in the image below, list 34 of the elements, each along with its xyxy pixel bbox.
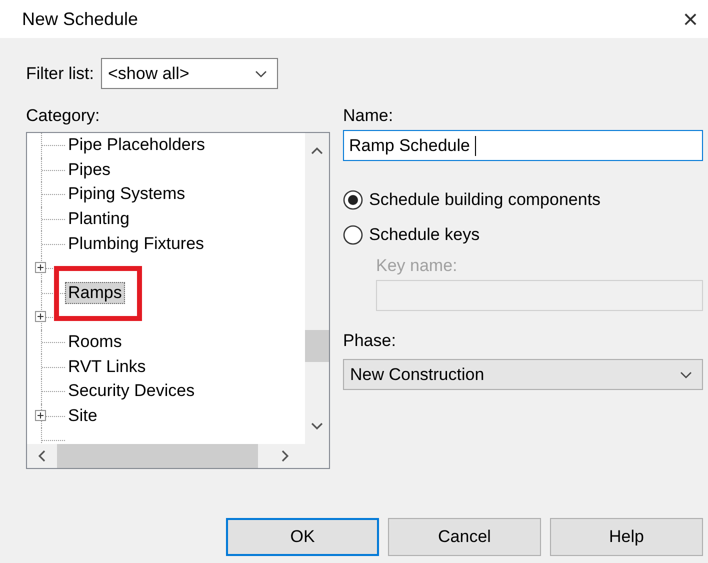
expand-icon[interactable] [35,262,46,273]
filter-label: Filter list: [26,62,94,84]
key-name-label: Key name: [376,255,458,277]
phase-label: Phase: [343,330,397,352]
category-label: Category: [26,105,101,127]
dialog-button[interactable]: Help [550,518,703,556]
chevron-down-icon [680,370,692,378]
category-item[interactable]: Site [65,404,100,427]
radio-button[interactable] [343,190,363,210]
expand-icon[interactable] [35,311,46,322]
category-item[interactable]: Security Devices [65,380,198,402]
name-label: Name: [343,105,394,127]
category-item[interactable]: Piping Systems [65,183,188,206]
category-item[interactable]: Ramps [65,282,125,304]
radio-button[interactable] [343,225,363,245]
close-icon[interactable]: × [682,6,698,32]
dialog-button[interactable]: OK [226,518,379,556]
radio-label: Schedule keys [369,225,480,245]
category-item[interactable]: Rooms [65,331,125,354]
category-item[interactable]: RVT Links [65,356,149,378]
window-title: New Schedule [22,8,138,30]
expand-icon[interactable] [35,410,46,421]
category-item[interactable]: Plumbing Fixtures [65,232,208,255]
filter-dropdown[interactable]: <show all> [101,58,278,89]
phase-dropdown[interactable]: New Construction [343,359,703,390]
scroll-thumb[interactable] [305,330,329,362]
category-item[interactable]: Pipe Placeholders [65,134,208,156]
scroll-thumb[interactable] [57,444,258,468]
chevron-down-icon [255,70,267,78]
name-field[interactable]: Ramp Schedule [343,130,703,161]
category-item[interactable]: Planting [65,208,132,230]
dialog-button[interactable]: Cancel [388,518,541,556]
category-item[interactable]: Pipes [65,158,114,181]
radio-label: Schedule building components [369,190,601,210]
